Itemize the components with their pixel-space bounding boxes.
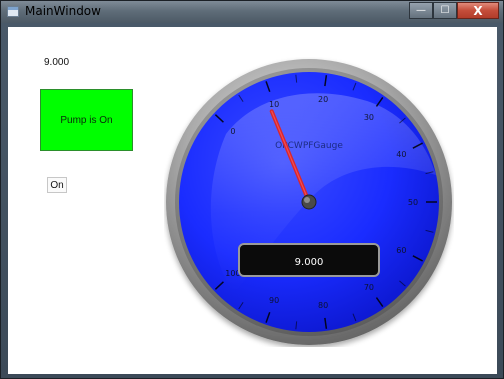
gauge-hub-highlight bbox=[304, 197, 310, 203]
gauge-tick-label: 20 bbox=[318, 95, 328, 104]
gauge-tick-label: 50 bbox=[408, 198, 418, 207]
close-button[interactable]: X bbox=[457, 2, 499, 19]
main-window: MainWindow — ☐ X 9.000 Pump is On On 0 1… bbox=[0, 0, 504, 379]
window-controls: — ☐ X bbox=[409, 2, 499, 20]
gauge-tick-label: 40 bbox=[396, 150, 406, 159]
minimize-button[interactable]: — bbox=[409, 2, 433, 19]
minimize-icon: — bbox=[416, 4, 426, 16]
gauge-tick-label: 30 bbox=[364, 113, 374, 122]
gauge-tick-label: 70 bbox=[364, 283, 374, 292]
gauge-readout-value: 9.000 bbox=[295, 257, 324, 268]
maximize-icon: ☐ bbox=[440, 4, 450, 16]
maximize-button[interactable]: ☐ bbox=[433, 2, 457, 19]
gauge-tick-label: 90 bbox=[269, 296, 279, 305]
pump-status-indicator: Pump is On bbox=[40, 89, 133, 151]
gauge-tick-label: 0 bbox=[230, 127, 235, 136]
on-button-label: On bbox=[50, 179, 64, 191]
close-icon: X bbox=[473, 3, 483, 18]
title-bar[interactable]: MainWindow — ☐ X bbox=[1, 1, 503, 23]
window-title: MainWindow bbox=[25, 4, 101, 18]
gauge: 0 10 20 30 40 50 60 70 80 90 100 OPCWPFGauge 9.000 bbox=[164, 57, 454, 347]
gauge-svg: 0102030405060708090100 OPCWPFGauge 9.000 bbox=[166, 59, 452, 345]
value-text: 9.000 bbox=[44, 57, 70, 68]
app-window-icon bbox=[7, 6, 19, 17]
on-button[interactable]: On bbox=[47, 177, 67, 193]
client-area: 9.000 Pump is On On 0 10 20 30 40 50 60 … bbox=[8, 27, 497, 374]
gauge-tick-label: 10 bbox=[269, 100, 279, 109]
gauge-readout: 9.000 bbox=[238, 243, 380, 277]
gauge-tick-label: 60 bbox=[396, 246, 406, 255]
gauge-tick-label: 80 bbox=[318, 301, 328, 310]
pump-status-label: Pump is On bbox=[60, 114, 113, 126]
